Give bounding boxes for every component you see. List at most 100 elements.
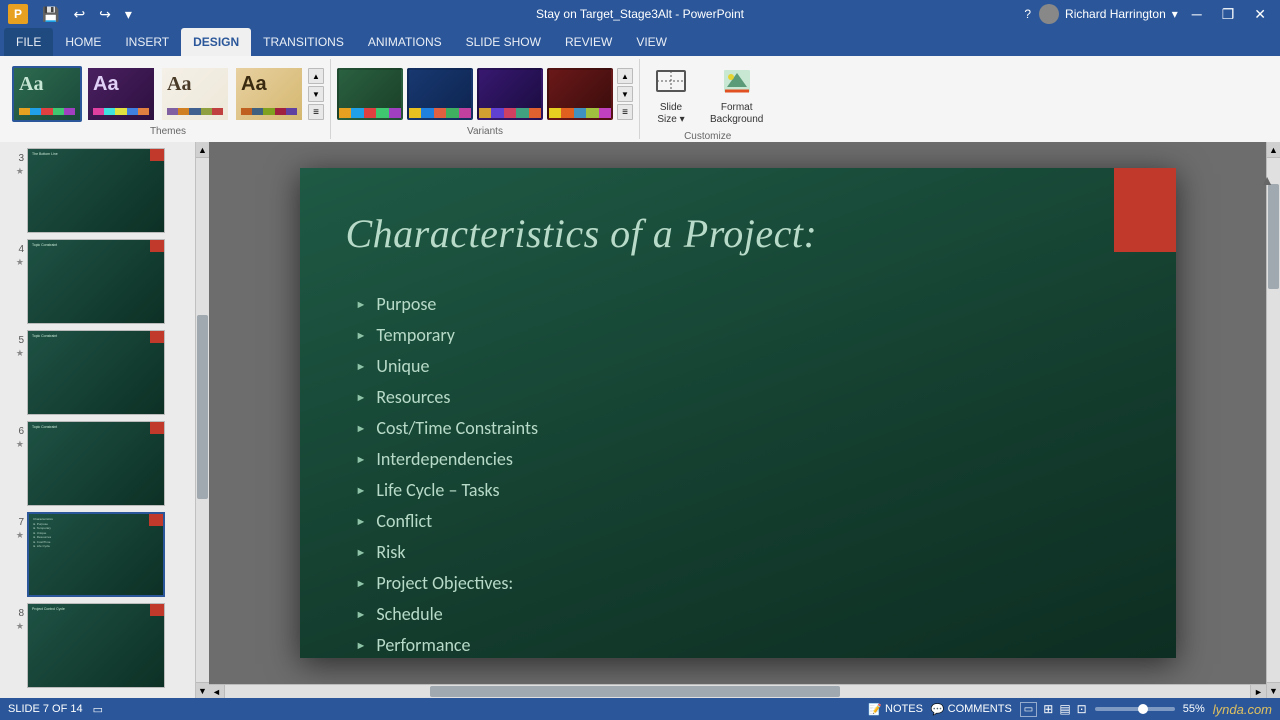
slide-thumbnail-6[interactable]: Topic Constraint bbox=[27, 421, 165, 506]
collapse-ribbon-button[interactable]: ▲ bbox=[1260, 172, 1274, 188]
slides-panel: 3 ★ The Bottom Line 4 ★ bbox=[0, 142, 195, 698]
variant-1[interactable] bbox=[337, 68, 403, 120]
slide-canvas[interactable]: Characteristics of a Project: ► Purpose … bbox=[300, 168, 1176, 658]
variant-2[interactable] bbox=[407, 68, 473, 120]
theme-4[interactable]: Aa bbox=[234, 66, 304, 122]
bullet-text: Project Objectives: bbox=[376, 572, 513, 594]
bullet-arrow-icon: ► bbox=[356, 453, 367, 466]
variant-4[interactable] bbox=[547, 68, 613, 120]
variant-3-bar bbox=[479, 108, 541, 118]
panel-scroll-down[interactable]: ▼ bbox=[196, 682, 209, 698]
user-menu[interactable]: Richard Harrington ▾ bbox=[1039, 4, 1178, 24]
tab-animations[interactable]: ANIMATIONS bbox=[356, 28, 454, 56]
slide-star: ★ bbox=[16, 166, 24, 177]
h-scroll-left-button[interactable]: ◄ bbox=[209, 685, 225, 698]
close-button[interactable]: ✕ bbox=[1248, 4, 1272, 25]
bullet-arrow-icon: ► bbox=[356, 360, 367, 373]
view-normal-btn[interactable]: ▭ bbox=[1020, 702, 1037, 717]
slide-red-marker bbox=[150, 604, 164, 616]
theme-1-preview: Aa bbox=[14, 68, 80, 120]
slide-thumbnail-4[interactable]: Topic Constraint bbox=[27, 239, 165, 324]
theme-1[interactable]: Aa bbox=[12, 66, 82, 122]
more-button[interactable]: ▾ bbox=[121, 4, 136, 25]
comments-button[interactable]: 💬 COMMENTS bbox=[931, 703, 1012, 716]
view-reading-btn[interactable]: ▤ bbox=[1059, 702, 1070, 716]
variants-scroll-more[interactable]: ≡ bbox=[617, 104, 633, 120]
theme-3[interactable]: Aa bbox=[160, 66, 230, 122]
theme-3-aa: Aa bbox=[167, 73, 223, 96]
right-scroll-down[interactable]: ▼ bbox=[1267, 682, 1280, 698]
tab-home[interactable]: HOME bbox=[53, 28, 113, 56]
panel-scroll-track bbox=[196, 158, 209, 682]
right-scroll-thumb[interactable] bbox=[1268, 184, 1279, 289]
variant-1-bar bbox=[339, 108, 401, 118]
right-scroll-up[interactable]: ▲ bbox=[1267, 142, 1280, 158]
minimize-button[interactable]: ─ bbox=[1186, 4, 1208, 24]
bullet-text: Cost/Time Constraints bbox=[376, 417, 538, 439]
theme-2[interactable]: Aa bbox=[86, 66, 156, 122]
h-scroll-right-button[interactable]: ► bbox=[1250, 685, 1266, 698]
view-grid-btn[interactable]: ⊞ bbox=[1043, 702, 1053, 716]
slides-scroll: 3 ★ The Bottom Line 4 ★ bbox=[0, 142, 195, 698]
tab-insert[interactable]: INSERT bbox=[113, 28, 181, 56]
slide-title[interactable]: Characteristics of a Project: bbox=[346, 210, 818, 257]
tab-view[interactable]: VIEW bbox=[624, 28, 679, 56]
slide-number: 4 bbox=[18, 244, 24, 255]
variant-3[interactable] bbox=[477, 68, 543, 120]
zoom-slider[interactable] bbox=[1095, 707, 1175, 711]
panel-scroll-thumb[interactable] bbox=[197, 315, 208, 498]
themes-scroll-down[interactable]: ▼ bbox=[308, 86, 324, 102]
bullet-arrow-icon: ► bbox=[356, 329, 367, 342]
slide-size-button[interactable]: Slide Size ▾ bbox=[646, 63, 696, 130]
tab-review[interactable]: REVIEW bbox=[553, 28, 624, 56]
variants-group: ▲ ▼ ≡ Variants bbox=[331, 59, 640, 139]
ribbon-content: Aa Aa bbox=[0, 56, 1280, 142]
right-scrollbar: ▲ ▼ bbox=[1266, 142, 1280, 698]
slide-star: ★ bbox=[16, 439, 24, 450]
restore-button[interactable]: ❐ bbox=[1216, 4, 1241, 25]
bullet-text: Interdependencies bbox=[376, 448, 513, 470]
bullet-text: Schedule bbox=[376, 603, 442, 625]
zoom-thumb[interactable] bbox=[1138, 704, 1148, 714]
tab-transitions[interactable]: TRANSITIONS bbox=[251, 28, 356, 56]
tab-slideshow[interactable]: SLIDE SHOW bbox=[454, 28, 553, 56]
variants-scroll-down[interactable]: ▼ bbox=[617, 86, 633, 102]
slide-red-marker bbox=[150, 422, 164, 434]
h-scroll-thumb[interactable] bbox=[430, 686, 840, 697]
format-background-button[interactable]: Format Background bbox=[704, 63, 769, 130]
variants-scroll-up[interactable]: ▲ bbox=[617, 68, 633, 84]
undo-button[interactable]: ↩ bbox=[69, 4, 89, 25]
theme-4-aa: Aa bbox=[241, 73, 297, 96]
slide-red-marker bbox=[150, 149, 164, 161]
slide-thumbnail-5[interactable]: Topic Constraint bbox=[27, 330, 165, 415]
help-icon[interactable]: ? bbox=[1024, 7, 1031, 21]
lynda-logo: lynda.com bbox=[1213, 702, 1272, 717]
view-normal-icon[interactable]: ▭ bbox=[93, 703, 103, 716]
panel-scroll-up[interactable]: ▲ bbox=[196, 142, 209, 158]
bullet-conflict: ► Conflict bbox=[356, 510, 539, 532]
themes-scroll-up[interactable]: ▲ bbox=[308, 68, 324, 84]
zoom-level: 55% bbox=[1183, 703, 1205, 715]
variants-scroll: ▲ ▼ ≡ bbox=[617, 68, 633, 120]
themes-scroll-more[interactable]: ≡ bbox=[308, 104, 324, 120]
tab-file[interactable]: FILE bbox=[4, 28, 53, 56]
tab-design[interactable]: DESIGN bbox=[181, 28, 251, 56]
bullet-arrow-icon: ► bbox=[356, 391, 367, 404]
view-present-btn[interactable]: ⊡ bbox=[1077, 702, 1087, 716]
variant-2-bar bbox=[409, 108, 471, 118]
variants-label: Variants bbox=[337, 125, 633, 139]
slide-star: ★ bbox=[16, 621, 24, 632]
notes-button[interactable]: 📝 NOTES bbox=[868, 703, 923, 716]
slide-thumbnail-8[interactable]: Project Control Cycle bbox=[27, 603, 165, 688]
bullet-text: Temporary bbox=[376, 324, 455, 346]
comments-label: COMMENTS bbox=[948, 703, 1012, 715]
slide-thumbnail-7[interactable]: Characteristics► Purpose► Temporary► Uni… bbox=[27, 512, 165, 597]
slide-number: 5 bbox=[18, 335, 24, 346]
redo-button[interactable]: ↪ bbox=[95, 4, 115, 25]
bullet-resources: ► Resources bbox=[356, 386, 539, 408]
list-item: 8 ★ Project Control Cycle bbox=[4, 603, 191, 688]
save-button[interactable]: 💾 bbox=[38, 4, 63, 25]
slide-thumbnail-3[interactable]: The Bottom Line bbox=[27, 148, 165, 233]
user-name: Richard Harrington bbox=[1065, 7, 1166, 21]
theme-2-aa: Aa bbox=[93, 73, 149, 96]
